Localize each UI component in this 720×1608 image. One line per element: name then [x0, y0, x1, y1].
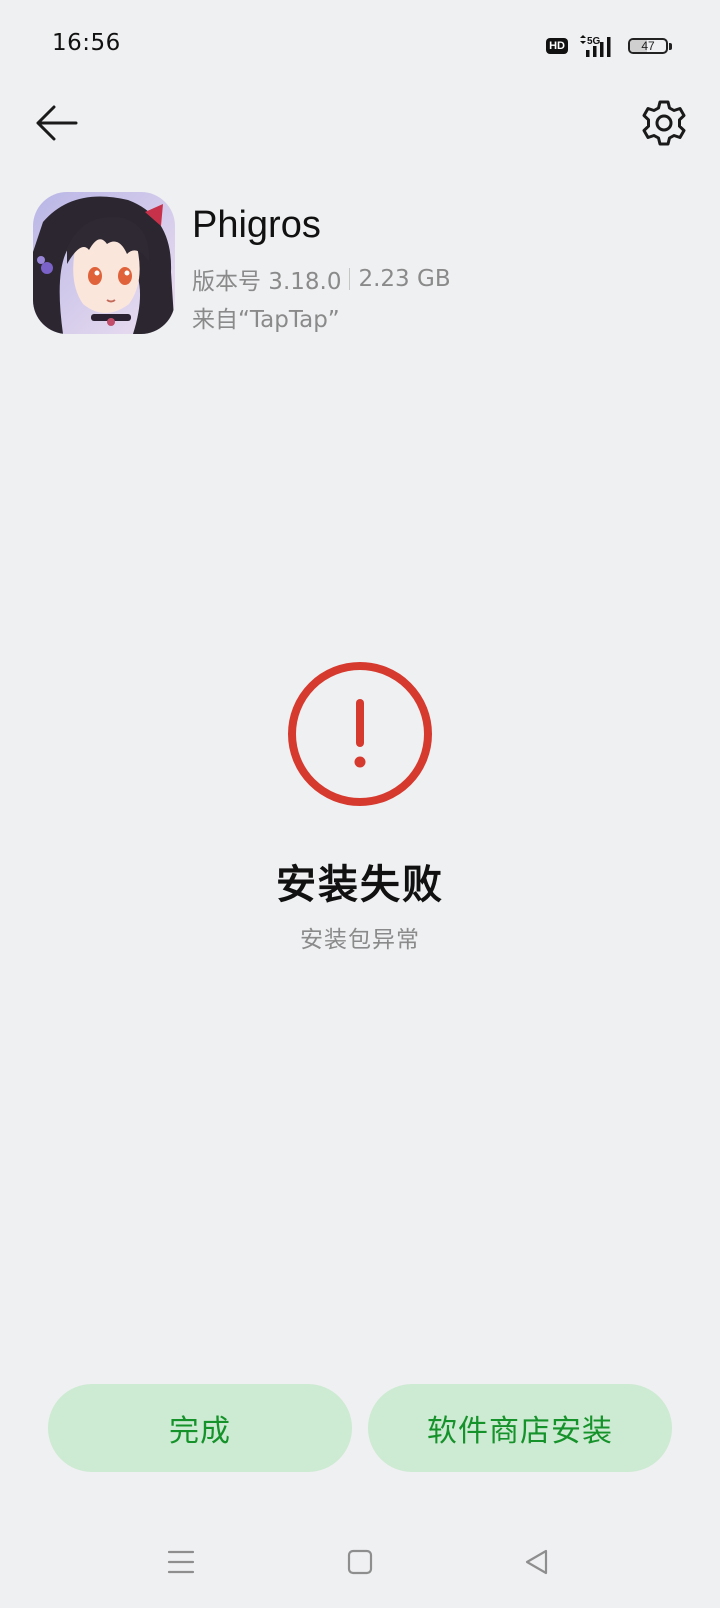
- status-title: 安装失败: [276, 862, 444, 908]
- app-icon: [33, 192, 175, 334]
- gear-icon: [642, 100, 686, 146]
- nav-menu-button[interactable]: [167, 1548, 195, 1576]
- nav-back-button[interactable]: [524, 1548, 550, 1576]
- battery-level-text: 47: [641, 39, 655, 53]
- triangle-back-icon: [525, 1549, 548, 1575]
- arrow-left-icon: [36, 105, 78, 141]
- back-button[interactable]: [30, 98, 82, 148]
- status-time: 16:56: [52, 30, 121, 56]
- app-size: 2.23 GB: [358, 266, 451, 292]
- hd-badge: HD: [546, 38, 568, 54]
- battery-indicator: 47: [628, 38, 672, 54]
- app-version: 版本号 3.18.0: [192, 269, 342, 295]
- menu-icon: [167, 1550, 195, 1574]
- app-source: 来自“TapTap”: [192, 307, 340, 333]
- done-button[interactable]: 完成: [48, 1384, 352, 1472]
- signal-5g-icon: 5G: [580, 35, 611, 57]
- square-home-icon: [347, 1549, 373, 1575]
- status-subtitle: 安装包异常: [300, 927, 420, 953]
- store-install-button[interactable]: 软件商店安装: [368, 1384, 672, 1472]
- settings-button[interactable]: [640, 98, 688, 148]
- error-icon: [285, 659, 435, 809]
- network-type-label: 5G: [587, 36, 601, 47]
- nav-home-button[interactable]: [347, 1548, 373, 1576]
- status-icons: HD 5G 47: [546, 34, 672, 58]
- app-meta: 版本号 3.18.0 2.23 GB: [192, 262, 451, 296]
- meta-divider: [349, 268, 351, 290]
- app-name: Phigros: [192, 204, 321, 246]
